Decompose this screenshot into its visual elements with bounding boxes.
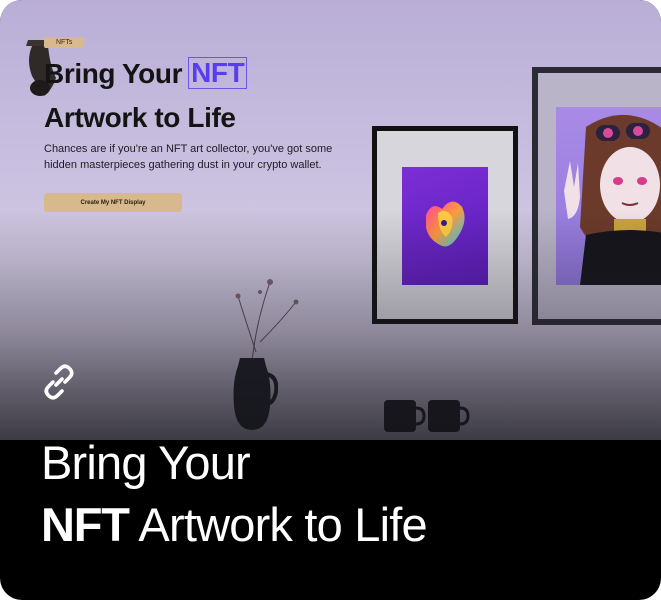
hero-description: Chances are if you're an NFT art collect… [44, 143, 333, 171]
category-badge: NFTs [44, 37, 85, 48]
hero-headline-line2: Artwork to Life [44, 102, 236, 133]
card-title[interactable]: Bring Your NFT Artwork to Life [41, 433, 641, 555]
hero-headline-highlight: NFT [188, 57, 248, 89]
link-icon[interactable] [40, 363, 78, 401]
card-title-rest: Artwork to Life [128, 498, 427, 551]
card-title-line1: Bring Your [41, 436, 251, 489]
hero-headline-text: Bring Your [44, 58, 183, 89]
blog-card[interactable]: NFTs Bring Your NFT Artwork to Life Chanc… [0, 0, 661, 600]
card-title-line2: NFT Artwork to Life [41, 495, 641, 555]
preview-image: NFTs Bring Your NFT Artwork to Life Chanc… [0, 0, 661, 440]
image-overlay [0, 210, 661, 440]
hero-headline-line1: Bring Your NFT [44, 57, 248, 90]
card-title-strong: NFT [41, 498, 130, 551]
